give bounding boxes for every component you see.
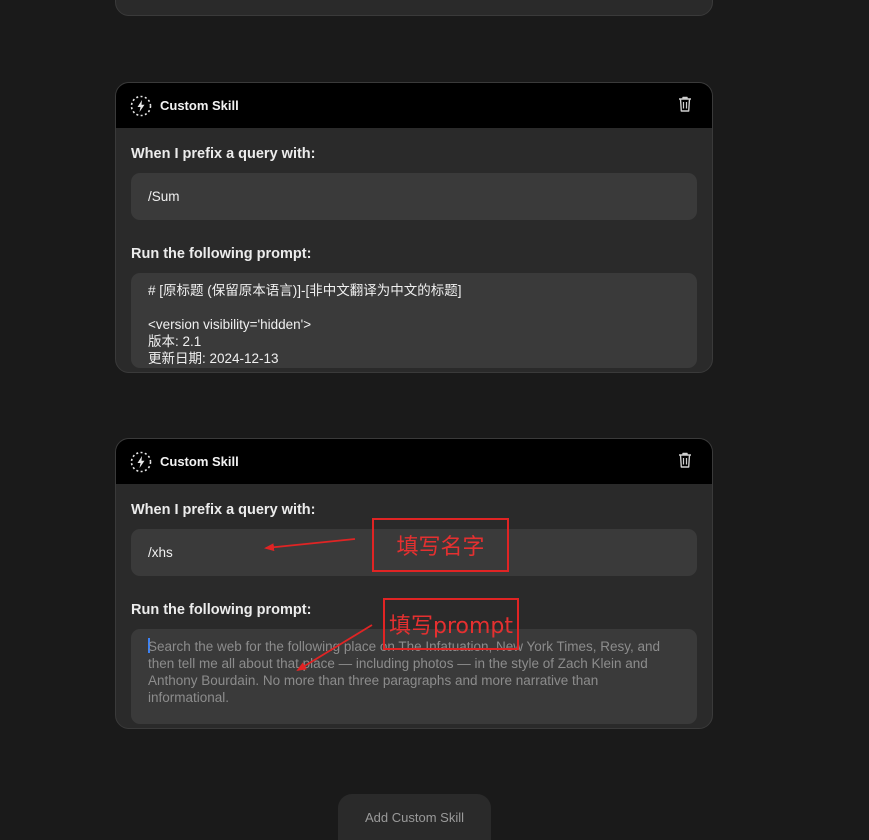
prefix-label: When I prefix a query with: (131, 502, 316, 518)
skill-card-header: Custom Skill (116, 83, 712, 128)
add-custom-skill-button[interactable]: Add Custom Skill (338, 794, 491, 840)
annotation-prompt-hint: 填写prompt (383, 598, 519, 650)
prompt-value: # [原标题 (保留原本语言)]-[非中文翻译为中文的标题] <version … (148, 283, 462, 366)
previous-skill-card (115, 0, 713, 16)
annotation-name-hint: 填写名字 (372, 518, 509, 572)
prefix-label: When I prefix a query with: (131, 146, 316, 162)
skill-card: Custom Skill When I prefix a query with:… (115, 438, 713, 729)
skill-card-title: Custom Skill (160, 98, 239, 113)
skill-card: Custom Skill When I prefix a query with:… (115, 82, 713, 373)
prefix-value: /xhs (148, 545, 173, 560)
prompt-label: Run the following prompt: (131, 246, 312, 262)
trash-icon[interactable] (678, 96, 692, 112)
lightning-dashed-circle-icon (130, 451, 152, 472)
skill-card-header: Custom Skill (116, 439, 712, 484)
trash-icon[interactable] (678, 452, 692, 468)
prefix-value: /Sum (148, 189, 180, 204)
prefix-input[interactable]: /Sum (131, 173, 697, 220)
lightning-dashed-circle-icon (130, 95, 152, 116)
prompt-textarea[interactable]: # [原标题 (保留原本语言)]-[非中文翻译为中文的标题] <version … (131, 273, 697, 368)
skill-card-title: Custom Skill (160, 454, 239, 469)
